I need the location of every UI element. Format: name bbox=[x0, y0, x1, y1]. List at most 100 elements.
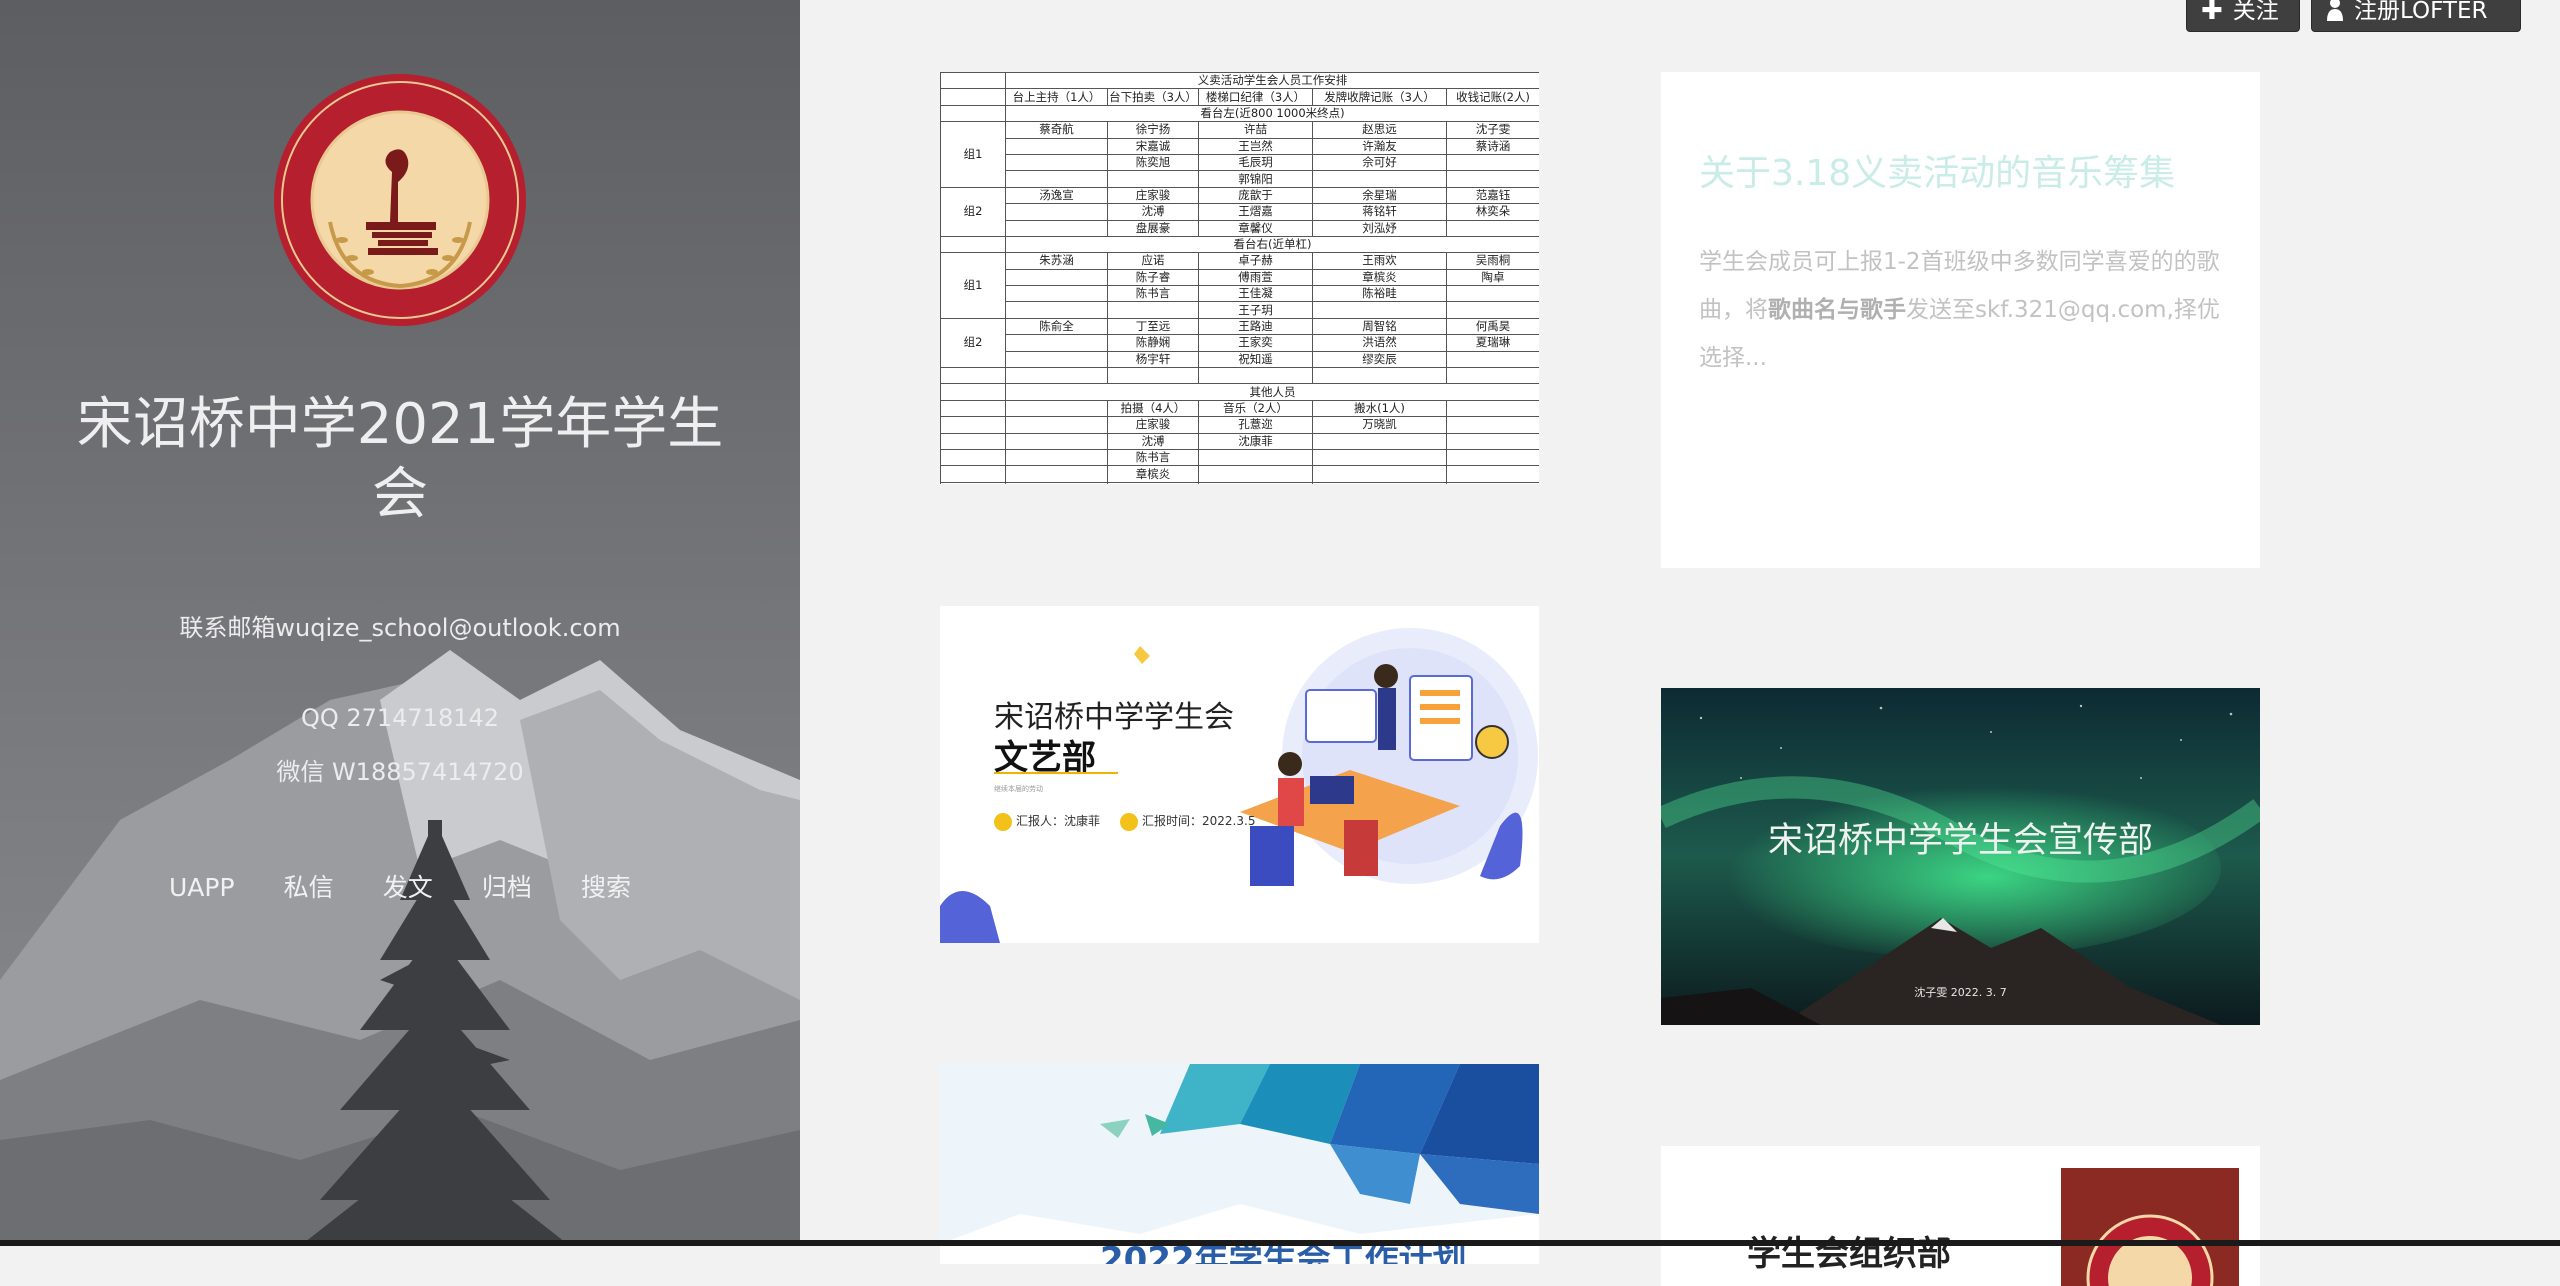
nav-archive-link[interactable]: 归档 bbox=[482, 868, 532, 904]
table-others-title-row: 其他人员 bbox=[940, 383, 1539, 401]
table-cell bbox=[1005, 170, 1108, 188]
table-cell: 王家奕 bbox=[1198, 334, 1313, 352]
table-row: 陈书言 王佳凝 陈裕畦 bbox=[941, 285, 1539, 303]
table-cell: 章槟炎 bbox=[1107, 465, 1199, 483]
table-cell: 林奕朵 bbox=[1445, 203, 1539, 221]
table-cell bbox=[1312, 432, 1447, 450]
nav-message-link[interactable]: 私信 bbox=[284, 868, 334, 904]
sidebar: 宋诏桥中学2021学年学生会 联系邮箱wuqize_school@outlook… bbox=[0, 0, 800, 1246]
slide-title: 宋诏桥中学学生会宣传部 bbox=[1767, 821, 2153, 861]
table-title-row: 义卖活动学生会人员工作安排 bbox=[940, 72, 1539, 90]
table-cell bbox=[1312, 481, 1447, 484]
table-cell: 陈俞全 bbox=[1005, 317, 1108, 336]
slide-meta: 汇报人：沈康菲 汇报时间：2022.3.5 bbox=[994, 812, 1255, 831]
table-cell bbox=[1198, 448, 1313, 467]
table-cell: 朱苏涵 bbox=[1005, 252, 1108, 270]
table-cell: 汤逸宣 bbox=[1005, 186, 1108, 205]
site-title[interactable]: 宋诏桥中学2021学年学生会 bbox=[60, 390, 740, 530]
table-cell: 王雨欢 bbox=[1312, 252, 1447, 270]
table-cell: 庄家骏 bbox=[1107, 186, 1199, 205]
report-date: 汇报时间：2022.3.5 bbox=[1120, 812, 1255, 831]
table-cell: 王路迪 bbox=[1198, 317, 1313, 336]
table-cell bbox=[1312, 301, 1447, 319]
table-header-cell: 拍摄（4人） bbox=[1107, 399, 1199, 418]
table-header-row: 台上主持（1人） 台下拍卖（3人） 楼梯口纪律（3人） 发牌收牌记账（3人） 收钱记账(… bbox=[940, 88, 1539, 106]
table-row: 沈溥 沈康菲 bbox=[940, 432, 1539, 450]
post-title[interactable]: 关于3.18义卖活动的音乐筹集 bbox=[1699, 150, 2222, 198]
table-row bbox=[940, 481, 1539, 484]
excerpt-bold: 歌曲名与歌手 bbox=[1768, 297, 1906, 323]
table-row: 盘展豪 章馨仪 刘泓妤 bbox=[941, 219, 1539, 237]
table-cell bbox=[1445, 153, 1539, 172]
table-cell bbox=[940, 432, 1006, 450]
sidebar-nav: UAPP 私信 发文 归档 搜索 bbox=[0, 868, 800, 904]
table-cell bbox=[940, 481, 1006, 484]
table-cell bbox=[1445, 301, 1539, 319]
table-cell: 庄家骏 bbox=[1107, 416, 1199, 434]
table-row: 陈奕旭 毛辰玥 佘可好 bbox=[941, 153, 1539, 172]
table-row: 沈溥 王熠嘉 蒋铭轩 林奕朵 bbox=[941, 203, 1539, 221]
table-row bbox=[940, 367, 1539, 385]
table-cell bbox=[1005, 465, 1108, 483]
table-cell: 沈子雯 bbox=[1445, 121, 1539, 139]
table-cell: 陈子睿 bbox=[1107, 268, 1199, 287]
register-button[interactable]: 注册LOFTER bbox=[2311, 0, 2521, 32]
table-cell: 佘可好 bbox=[1312, 153, 1447, 172]
table-header-cell: 台上主持（1人） bbox=[1005, 88, 1108, 106]
table-cell bbox=[1005, 203, 1108, 221]
table-row: 杨宇轩 祝知遥 缪奕辰 bbox=[941, 350, 1539, 369]
reporter: 汇报人：沈康菲 bbox=[994, 812, 1100, 831]
table-cell: 刘泓妤 bbox=[1312, 219, 1447, 237]
contact-qq: QQ 2714718142 bbox=[300, 704, 500, 732]
table-row: 王子玥 bbox=[941, 301, 1539, 319]
post-card-zuzhi[interactable]: 学生会组织部 bbox=[1661, 1146, 2260, 1286]
post-card-wenyi[interactable]: 宋诏桥中学学生会 文艺部 继续本届的劳动 汇报人：沈康菲 汇报时间：2022.3… bbox=[940, 606, 1539, 943]
table-cell: 范嘉钰 bbox=[1445, 186, 1539, 205]
table-header-cell: 楼梯口纪律（3人） bbox=[1198, 88, 1313, 106]
table-cell bbox=[940, 383, 1006, 401]
table-section-title: 看台右(近单杠) bbox=[1004, 235, 1539, 254]
table-cell bbox=[1445, 219, 1539, 237]
table-cell: 章槟炎 bbox=[1312, 268, 1447, 287]
table-cell: 陈书言 bbox=[1107, 285, 1199, 303]
table-cell: 郭锦阳 bbox=[1198, 170, 1313, 188]
nav-search-link[interactable]: 搜索 bbox=[581, 868, 631, 904]
table-group-cell: 组2 bbox=[940, 317, 1006, 369]
table-cell: 蔡奇航 bbox=[1005, 121, 1108, 139]
nav-uapp-link[interactable]: UAPP bbox=[169, 873, 235, 902]
table-cell: 陈书言 bbox=[1107, 448, 1199, 467]
reporter-text: 汇报人：沈康菲 bbox=[1016, 814, 1101, 828]
table-cell: 陈奕旭 bbox=[1107, 153, 1199, 172]
table-row: 宋嘉诚 王岂然 许瀚友 蔡诗涵 bbox=[941, 137, 1539, 155]
table-header-cell: 台下拍卖（3人） bbox=[1107, 88, 1199, 106]
table-cell bbox=[1445, 416, 1539, 434]
table-cell bbox=[1005, 448, 1108, 467]
post-card-xuanchuan[interactable]: 宋诏桥中学学生会宣传部 沈子雯 2022. 3. 7 bbox=[1661, 688, 2260, 1025]
table-cell: 吴雨桐 bbox=[1445, 252, 1539, 270]
nav-post-link[interactable]: 发文 bbox=[383, 868, 433, 904]
table-cell bbox=[1107, 481, 1199, 484]
table-row: 章槟炎 bbox=[940, 465, 1539, 483]
post-card-plan[interactable]: 2022年学生会工作计划 bbox=[940, 1064, 1539, 1264]
table-cell bbox=[1107, 170, 1199, 188]
table-cell bbox=[1445, 367, 1539, 385]
table-row: 组2 汤逸宣 庄家骏 庞歆于 余星瑞 范嘉钰 bbox=[940, 186, 1539, 237]
follow-button[interactable]: ✚ 关注 bbox=[2186, 0, 2300, 32]
table-cell bbox=[1107, 367, 1199, 385]
post-card-music[interactable]: 关于3.18义卖活动的音乐筹集 学生会成员可上报1-2首班级中多数同学喜爱的的歌… bbox=[1661, 72, 2260, 568]
table-header-cell: 搬水(1人) bbox=[1312, 399, 1447, 418]
post-card-worktable[interactable]: 义卖活动学生会人员工作安排 台上主持（1人） 台下拍卖（3人） 楼梯口纪律（3人） 发牌… bbox=[940, 72, 1539, 484]
table-cell: 王熠嘉 bbox=[1198, 203, 1313, 221]
student-union-logo[interactable] bbox=[272, 72, 528, 328]
table-cell bbox=[1198, 481, 1313, 484]
table-cell bbox=[1005, 153, 1108, 172]
table-cell bbox=[1005, 137, 1108, 155]
table-row: 陈静娴 王家奕 洪语然 夏瑞琳 bbox=[941, 334, 1539, 352]
table-others-header-row: 拍摄（4人） 音乐（2人） 搬水(1人) bbox=[940, 399, 1539, 418]
table-cell bbox=[1198, 465, 1313, 483]
table-cell bbox=[1005, 301, 1108, 319]
slide-title: 学生会组织部 bbox=[1747, 1234, 1951, 1274]
logo-thumbnail bbox=[2061, 1168, 2239, 1286]
table-cell bbox=[940, 448, 1006, 467]
post-excerpt: 学生会成员可上报1-2首班级中多数同学喜爱的的歌曲，将歌曲名与歌手发送至skf.… bbox=[1699, 238, 2222, 382]
